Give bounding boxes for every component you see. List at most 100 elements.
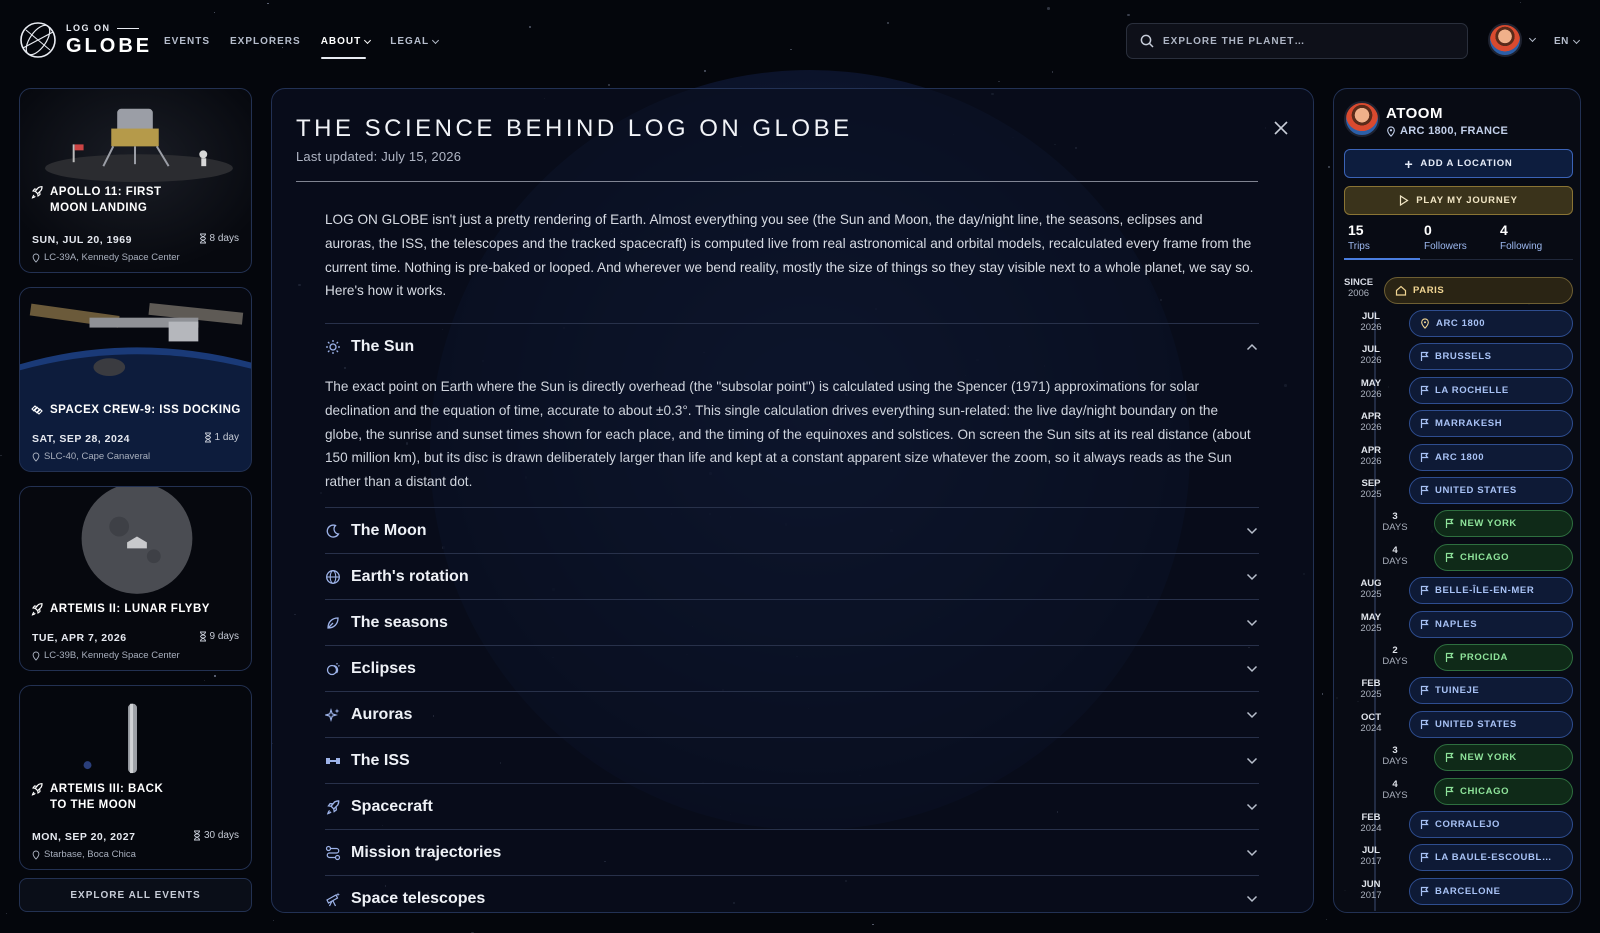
telescope-icon	[325, 891, 351, 907]
trip-item[interactable]: TUINEJE	[1409, 677, 1573, 705]
trip-item[interactable]: UNITED STATES	[1409, 477, 1573, 504]
language-selector[interactable]: EN	[1554, 36, 1580, 47]
trip-item[interactable]: CORRALEJO	[1409, 811, 1573, 838]
accordion-item-mission-trajectories[interactable]: Mission trajectories	[325, 829, 1259, 875]
trip-home-label: PARIS	[1413, 285, 1445, 296]
trip-date-bottom: 2024	[1360, 823, 1382, 834]
trip-item[interactable]: PROCIDA	[1434, 644, 1573, 671]
profile-location-text: ARC 1800, FRANCE	[1400, 125, 1509, 137]
intro-paragraph: LOG ON GLOBE isn't just a pretty renderi…	[325, 212, 1254, 299]
accordion-label: The Moon	[351, 521, 427, 539]
stat-followers[interactable]: 0 Followers	[1420, 222, 1496, 259]
flag-icon	[1420, 452, 1429, 463]
trip-date-top: MAY	[1360, 377, 1382, 389]
trip-date-top: MAY	[1360, 611, 1382, 623]
search-bar[interactable]	[1126, 23, 1468, 59]
trip-label: CORRALEJO	[1435, 819, 1501, 830]
accordion-label: Spacecraft	[351, 797, 433, 815]
logo[interactable]: LOG ON GLOBE	[18, 20, 152, 60]
avatar[interactable]	[1344, 101, 1380, 137]
trip-date-top: JUL	[1362, 311, 1380, 322]
trip-date-bottom: 2017	[1360, 856, 1382, 868]
main-nav: EVENTS EXPLORERS ABOUT LEGAL	[164, 36, 440, 59]
nav-label: EVENTS	[164, 36, 211, 47]
trip-item[interactable]: LA ROCHELLE	[1409, 376, 1573, 404]
trip-date: 3 DAYS	[1378, 745, 1412, 767]
nav-item-events[interactable]: EVENTS	[164, 36, 210, 47]
trip-item[interactable]: BELLE-ÎLE-EN-MER	[1409, 577, 1573, 605]
science-modal: THE SCIENCE BEHIND LOG ON GLOBE Last upd…	[271, 88, 1314, 913]
nav-item-legal[interactable]: LEGAL	[390, 36, 440, 47]
trip-label: TUINEJE	[1435, 685, 1480, 697]
trip-item[interactable]: MARRAKESH	[1409, 410, 1573, 438]
trip-item[interactable]: NAPLES	[1409, 610, 1573, 638]
accordion-item-earth-s-rotation[interactable]: Earth's rotation	[325, 553, 1259, 599]
globe-logo-icon	[20, 22, 56, 58]
accordion-item-the-sun[interactable]: The Sun	[325, 323, 1259, 369]
trip-item[interactable]: NEW YORK	[1434, 744, 1573, 772]
accordion-item-space-telescopes[interactable]: Space telescopes	[325, 875, 1259, 912]
event-title-line: SPACEX CREW-9: ISS DOCKING	[50, 404, 241, 416]
trip-item[interactable]: UNITED STATES	[1409, 710, 1573, 738]
chevron-down-icon	[1245, 708, 1259, 722]
add-location-label: ADD A LOCATION	[1420, 158, 1513, 169]
play-journey-button[interactable]: PLAY MY JOURNEY	[1344, 186, 1573, 215]
event-location: LC-39B, Kennedy Space Center	[32, 650, 180, 661]
profile-location: ARC 1800, FRANCE	[1386, 125, 1508, 137]
trip-date: 4 DAYS	[1378, 545, 1412, 567]
trip-item[interactable]: ARC 1800	[1409, 310, 1573, 337]
hourglass-icon	[199, 631, 206, 642]
event-card[interactable]: SPACEX CREW-9: ISS DOCKING SAT, SEP 28, 2…	[19, 287, 252, 472]
trip-item[interactable]: BRUSSELS	[1409, 343, 1573, 371]
stat-trips[interactable]: 15 Trips	[1344, 222, 1420, 260]
nav-item-explorers[interactable]: EXPLORERS	[230, 36, 301, 47]
flag-icon	[1420, 619, 1429, 630]
profile-name[interactable]: ATOOM	[1386, 105, 1443, 122]
trip-item[interactable]: BARCELONE	[1409, 877, 1573, 905]
trip-label: LA BAULE-ESCOUBL…	[1435, 852, 1552, 864]
flag-icon	[1420, 719, 1429, 730]
event-duration: 30 days	[193, 830, 239, 841]
close-icon[interactable]	[1272, 119, 1290, 137]
search-input[interactable]	[1163, 35, 1443, 47]
event-card[interactable]: APOLLO 11: FIRST MOON LANDING SUN, JUL 20,…	[19, 88, 252, 273]
accordion-item-the-seasons[interactable]: The seasons	[325, 599, 1259, 645]
nav-item-about[interactable]: ABOUT	[320, 36, 372, 59]
trip-label: LA ROCHELLE	[1435, 384, 1509, 396]
nav-label: EXPLORERS	[230, 36, 301, 47]
accordion-item-the-moon[interactable]: The Moon	[325, 507, 1259, 553]
accordion-item-eclipses[interactable]: Eclipses	[325, 645, 1259, 691]
trip-date-bottom: 2017	[1360, 889, 1382, 901]
event-title-line: TO THE MOON	[50, 799, 137, 811]
accordion-label: The Sun	[351, 337, 415, 355]
stat-following[interactable]: 4 Following	[1496, 222, 1572, 259]
event-location: Starbase, Boca Chica	[32, 849, 136, 860]
event-card[interactable]: ARTEMIS II: LUNAR FLYBY TUE, APR 7, 2026 9…	[19, 486, 252, 671]
user-menu[interactable]	[1488, 23, 1537, 57]
trip-item[interactable]: NEW YORK	[1434, 510, 1573, 538]
event-location-text: Starbase, Boca Chica	[44, 849, 136, 860]
add-location-button[interactable]: + ADD A LOCATION	[1344, 149, 1573, 178]
trip-date-top: FEB	[1361, 678, 1381, 690]
trip-item[interactable]: CHICAGO	[1434, 777, 1573, 805]
accordion-item-auroras[interactable]: Auroras	[325, 691, 1259, 737]
accordion-item-spacecraft[interactable]: Spacecraft	[325, 783, 1259, 829]
chevron-down-icon	[1245, 754, 1259, 768]
trip-home[interactable]: PARIS	[1384, 277, 1573, 304]
event-card[interactable]: ARTEMIS III: BACK TO THE MOON MON, SEP 20,…	[19, 685, 252, 870]
event-location: SLC-40, Cape Canaveral	[32, 451, 150, 462]
event-location: LC-39A, Kennedy Space Center	[32, 252, 180, 263]
accordion-body: The exact point on Earth where the Sun i…	[325, 379, 1251, 490]
flag-icon	[1420, 886, 1429, 897]
play-journey-label: PLAY MY JOURNEY	[1416, 195, 1518, 206]
flag-icon	[1420, 385, 1429, 396]
trip-item[interactable]: ARC 1800	[1409, 443, 1573, 471]
trip-date: 2 DAYS	[1378, 645, 1412, 667]
explore-all-events-button[interactable]: EXPLORE ALL EVENTS	[19, 878, 252, 912]
trip-item[interactable]: LA BAULE-ESCOUBL…	[1409, 844, 1573, 872]
pin-icon	[32, 452, 40, 462]
accordion-item-the-iss[interactable]: The ISS	[325, 737, 1259, 783]
eclipse-icon	[325, 661, 351, 677]
trip-item[interactable]: CHICAGO	[1434, 543, 1573, 571]
event-title-line: MOON LANDING	[50, 202, 148, 214]
